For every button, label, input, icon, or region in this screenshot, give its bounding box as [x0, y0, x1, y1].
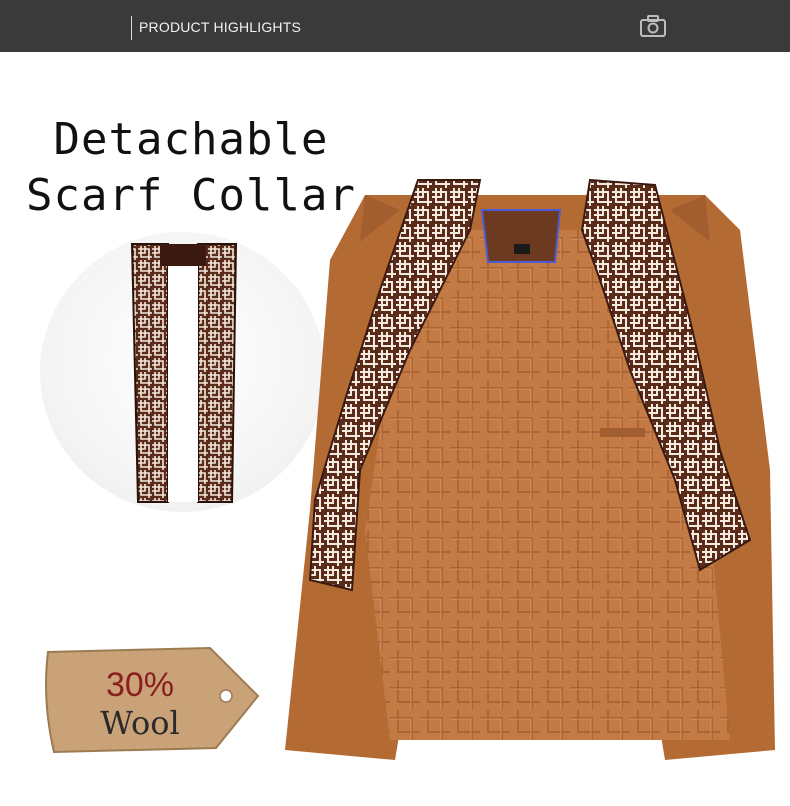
header-divider — [131, 16, 132, 40]
tag-material: Wool — [100, 704, 179, 742]
tag-percent: 30% — [106, 666, 174, 704]
headline-line-1: Detachable — [53, 114, 329, 165]
top-header-bar: PRODUCT HIGHLIGHTS — [0, 0, 790, 52]
wool-tag: 30% Wool — [45, 646, 260, 754]
header-title: PRODUCT HIGHLIGHTS — [139, 19, 302, 35]
coat-image — [285, 178, 775, 760]
camera-icon[interactable] — [640, 14, 666, 38]
